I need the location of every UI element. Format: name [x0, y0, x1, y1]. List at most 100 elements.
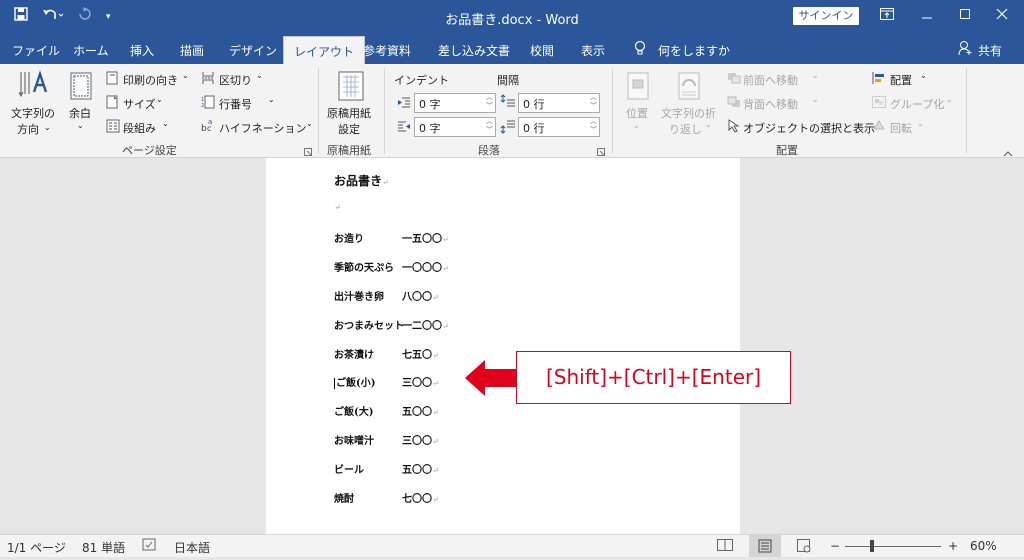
position-icon[interactable]	[627, 72, 649, 103]
menu-item-row[interactable]: ご飯(大) 五〇〇↵	[334, 403, 439, 418]
document-title[interactable]: お品書き↵	[334, 172, 389, 189]
tab-references[interactable]: 参考資料	[363, 42, 411, 59]
tab-insert[interactable]: 挿入	[130, 42, 154, 59]
tab-file[interactable]: ファイル	[12, 42, 60, 59]
menu-item-row[interactable]: お味噌汁 三〇〇↵	[334, 432, 439, 447]
read-mode-icon[interactable]	[717, 539, 733, 554]
rotate-icon[interactable]	[872, 119, 886, 134]
web-layout-icon[interactable]	[797, 539, 811, 556]
indent-right-input[interactable]: 0 字 ︿ ﹀	[414, 117, 496, 137]
spinner-arrows-icon[interactable]: ︿ ﹀	[486, 117, 493, 135]
group-icon[interactable]	[872, 96, 886, 111]
position-label[interactable]: 位置	[626, 105, 648, 121]
text-direction-label-1[interactable]: 文字列の	[11, 105, 55, 121]
spacing-after-icon	[500, 118, 516, 137]
zoom-out-button[interactable]: −	[830, 539, 840, 553]
indent-left-input[interactable]: 0 字 ︿ ﹀	[414, 93, 496, 113]
margins-icon[interactable]	[70, 72, 92, 103]
tab-home[interactable]: ホーム	[73, 42, 109, 59]
bring-forward-label[interactable]: 前面へ移動	[743, 72, 798, 88]
orientation-icon[interactable]	[106, 71, 120, 88]
dialog-launcher-icon[interactable]	[597, 145, 605, 159]
zoom-in-button[interactable]: +	[948, 539, 958, 553]
chevron-down-icon: ⌄	[268, 95, 275, 104]
red-arrow-icon	[465, 360, 519, 396]
orientation-label[interactable]: 印刷の向き	[123, 72, 178, 88]
menu-item-row[interactable]: お造り 一五〇〇↵	[334, 230, 449, 245]
minimize-icon[interactable]	[921, 9, 933, 27]
menu-item-row[interactable]: お茶漬け 七五〇↵	[334, 346, 439, 361]
align-icon[interactable]	[872, 72, 886, 87]
line-numbers-icon[interactable]: 12	[201, 95, 215, 112]
size-icon[interactable]	[106, 95, 120, 112]
spinner-arrows-icon[interactable]: ︿ ﹀	[590, 93, 597, 111]
zoom-slider-track[interactable]	[845, 546, 941, 547]
breaks-label[interactable]: 区切り	[219, 72, 252, 88]
tab-layout[interactable]: レイアウト	[283, 36, 366, 64]
margins-label[interactable]: 余白	[69, 105, 91, 121]
wrap-text-label-1[interactable]: 文字列の折	[661, 105, 716, 121]
spinner-arrows-icon[interactable]: ︿ ﹀	[486, 93, 493, 111]
share-icon[interactable]	[958, 40, 972, 59]
collapse-ribbon-icon[interactable]	[1003, 146, 1013, 160]
align-label[interactable]: 配置	[890, 72, 912, 88]
selection-pane-icon[interactable]	[727, 119, 741, 136]
text-direction-icon[interactable]	[18, 70, 52, 101]
ribbon-layout: 文字列の 方向 ⌄ 余白 ⌄ 印刷の向き ⌄ サイズ ⌄ 段組み ⌄ 区切り ⌄…	[0, 64, 1024, 158]
wrap-text-label-2[interactable]: り返し	[669, 121, 702, 137]
tab-design[interactable]: デザイン	[229, 42, 277, 59]
menu-item-row[interactable]: ご飯(小) 三〇〇↵	[334, 374, 439, 389]
page-count[interactable]: 1/1 ページ	[7, 539, 66, 556]
zoom-level[interactable]: 60%	[970, 539, 997, 553]
text-direction-label-2[interactable]: 方向	[17, 121, 39, 137]
size-label[interactable]: サイズ	[123, 96, 156, 112]
columns-label[interactable]: 段組み	[123, 120, 156, 136]
menu-item-row[interactable]: 出汁巻き卵 八〇〇↵	[334, 288, 439, 303]
spacing-title: 間隔	[497, 74, 519, 87]
send-backward-icon[interactable]	[727, 96, 741, 111]
manuscript-label-1[interactable]: 原稿用紙	[327, 105, 371, 121]
columns-icon[interactable]	[106, 119, 120, 136]
menu-item-row[interactable]: おつまみセット 一二〇〇↵	[334, 317, 449, 332]
group-label[interactable]: グループ化	[890, 96, 944, 112]
proofing-icon[interactable]	[142, 538, 156, 555]
hyphenation-label[interactable]: ハイフネーション	[219, 120, 307, 136]
document-page[interactable]: お品書き↵ ↵ お造り 一五〇〇↵ 季節の天ぷら 一〇〇〇↵ 出汁巻き卵 八〇〇↵ お…	[266, 158, 740, 534]
maximize-icon[interactable]	[959, 6, 971, 24]
svg-text:c: c	[207, 124, 211, 133]
word-count[interactable]: 81 単語	[82, 539, 125, 556]
bring-forward-icon[interactable]	[727, 72, 741, 87]
wrap-text-icon[interactable]	[678, 72, 700, 103]
empty-paragraph[interactable]: ↵	[334, 202, 341, 213]
chevron-down-icon: ⌄	[946, 95, 953, 104]
menu-item-row[interactable]: 焼酎 七〇〇↵	[334, 490, 439, 505]
tab-mailings[interactable]: 差し込み文書	[438, 42, 510, 59]
ribbon-tab-bar: ファイル ホーム 挿入 描画 デザイン レイアウト 参考資料 差し込み文書 校閲…	[0, 34, 1024, 64]
tab-review[interactable]: 校閲	[530, 42, 554, 59]
rotate-label[interactable]: 回転	[890, 120, 912, 136]
menu-item-row[interactable]: ビール 五〇〇↵	[334, 461, 439, 476]
language[interactable]: 日本語	[174, 539, 210, 556]
tell-me-search[interactable]: 何をしますか	[658, 42, 730, 59]
tab-view[interactable]: 表示	[581, 42, 605, 59]
send-backward-label[interactable]: 背面へ移動	[743, 96, 798, 112]
manuscript-label-2[interactable]: 設定	[338, 121, 360, 137]
spacing-after-input[interactable]: 0 行 ︿ ﹀	[518, 117, 600, 137]
menu-item-row[interactable]: 季節の天ぷら 一〇〇〇↵	[334, 259, 449, 274]
hyphenation-icon[interactable]: bac	[201, 117, 217, 136]
tab-draw[interactable]: 描画	[180, 42, 204, 59]
line-numbers-label[interactable]: 行番号	[219, 96, 252, 112]
ribbon-display-options-icon[interactable]	[880, 6, 894, 24]
close-icon[interactable]	[996, 6, 1008, 24]
print-layout-button[interactable]	[749, 535, 781, 557]
signin-button[interactable]: サインイン	[793, 7, 859, 25]
spacing-before-input[interactable]: 0 行 ︿ ﹀	[518, 93, 600, 113]
zoom-slider-thumb[interactable]	[870, 540, 874, 552]
share-button[interactable]: 共有	[978, 42, 1002, 59]
group-separator	[966, 68, 967, 154]
manuscript-paper-icon[interactable]	[338, 71, 364, 104]
dialog-launcher-icon[interactable]	[304, 145, 312, 159]
selection-pane-label[interactable]: オブジェクトの選択と表示	[743, 120, 875, 136]
breaks-icon[interactable]	[201, 71, 215, 88]
spinner-arrows-icon[interactable]: ︿ ﹀	[590, 117, 597, 135]
